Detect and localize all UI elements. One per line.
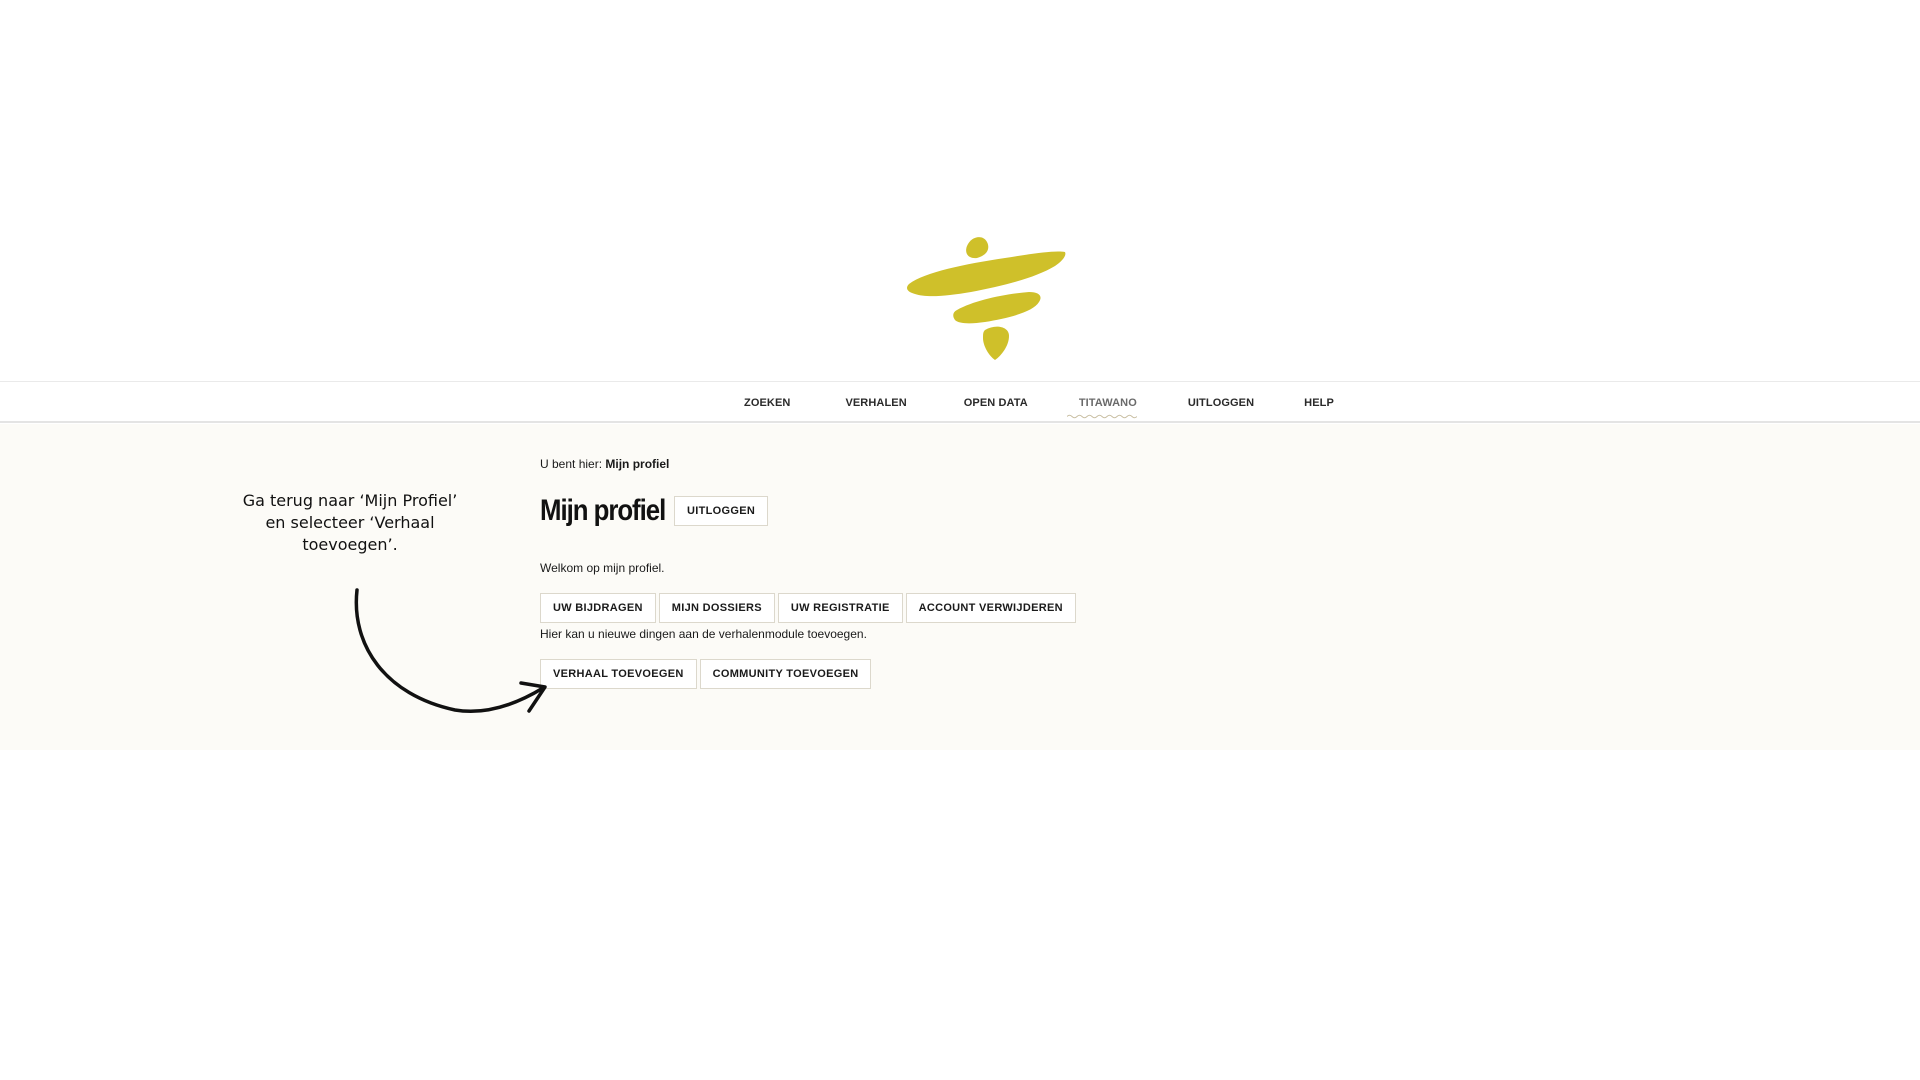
curved-arrow-icon xyxy=(354,588,547,714)
breadcrumb-current[interactable]: Mijn profiel xyxy=(605,457,669,471)
tutorial-annotation: Ga terug naar ‘Mijn Profiel’ en selectee… xyxy=(220,490,480,556)
breadcrumb: U bent hier: Mijn profiel xyxy=(540,457,669,471)
nav-item-uitloggen[interactable]: UITLOGGEN xyxy=(1188,397,1254,409)
add-hint-text: Hier kan u nieuwe dingen aan de verhalen… xyxy=(540,627,867,641)
nav-item-titawano[interactable]: TITAWANO xyxy=(1066,397,1137,419)
annotation-line-3: toevoegen’. xyxy=(302,535,398,554)
active-underline-icon xyxy=(1066,414,1137,419)
main-nav: ZOEKEN VERHALEN OPEN DATA TITAWANO UITLO… xyxy=(0,381,1920,423)
brush-stroke-logo-icon[interactable] xyxy=(905,232,1070,362)
page: ZOEKEN VERHALEN OPEN DATA TITAWANO UITLO… xyxy=(0,0,1920,1080)
profile-content: U bent hier: Mijn profiel Mijn profiel U… xyxy=(0,424,1920,750)
title-row: Mijn profiel UITLOGGEN xyxy=(540,494,769,528)
community-toevoegen-button[interactable]: COMMUNITY TOEVOEGEN xyxy=(699,659,872,689)
uw-registratie-button[interactable]: UW REGISTRATIE xyxy=(777,593,903,623)
profile-tabs: UW BIJDRAGEN MIJN DOSSIERS UW REGISTRATI… xyxy=(540,593,1076,623)
uw-bijdragen-button[interactable]: UW BIJDRAGEN xyxy=(540,593,656,623)
breadcrumb-prefix: U bent hier: xyxy=(540,457,603,471)
logout-button[interactable]: UITLOGGEN xyxy=(674,496,769,526)
nav-item-titawano-label: TITAWANO xyxy=(1078,397,1137,409)
account-verwijderen-button[interactable]: ACCOUNT VERWIJDEREN xyxy=(905,593,1076,623)
add-actions: VERHAAL TOEVOEGEN COMMUNITY TOEVOEGEN xyxy=(540,659,872,689)
nav-item-open-data[interactable]: OPEN DATA xyxy=(964,397,1028,409)
welcome-text: Welkom op mijn profiel. xyxy=(540,561,665,575)
nav-item-help[interactable]: HELP xyxy=(1304,397,1334,409)
annotation-line-2: en selecteer ‘Verhaal xyxy=(265,513,435,532)
mijn-dossiers-button[interactable]: MIJN DOSSIERS xyxy=(658,593,775,623)
page-title: Mijn profiel xyxy=(540,494,666,527)
nav-items: ZOEKEN VERHALEN OPEN DATA TITAWANO UITLO… xyxy=(730,382,1334,424)
annotation-line-1: Ga terug naar ‘Mijn Profiel’ xyxy=(242,491,458,510)
nav-item-zoeken[interactable]: ZOEKEN xyxy=(744,397,790,409)
nav-item-verhalen[interactable]: VERHALEN xyxy=(845,397,906,409)
verhaal-toevoegen-button[interactable]: VERHAAL TOEVOEGEN xyxy=(540,659,697,689)
